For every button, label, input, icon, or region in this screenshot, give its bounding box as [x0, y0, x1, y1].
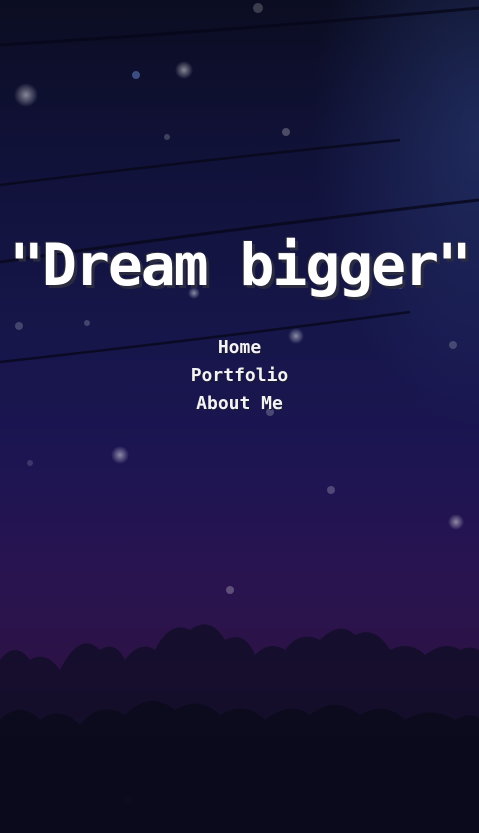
- main-nav: Home Portfolio About Me: [0, 334, 479, 418]
- tree-silhouettes: [0, 624, 479, 833]
- nav-link-portfolio[interactable]: Portfolio: [191, 362, 289, 390]
- hero-quote: "Dream bigger": [9, 230, 472, 299]
- nav-link-about-me[interactable]: About Me: [196, 390, 283, 418]
- nav-link-home[interactable]: Home: [218, 334, 261, 362]
